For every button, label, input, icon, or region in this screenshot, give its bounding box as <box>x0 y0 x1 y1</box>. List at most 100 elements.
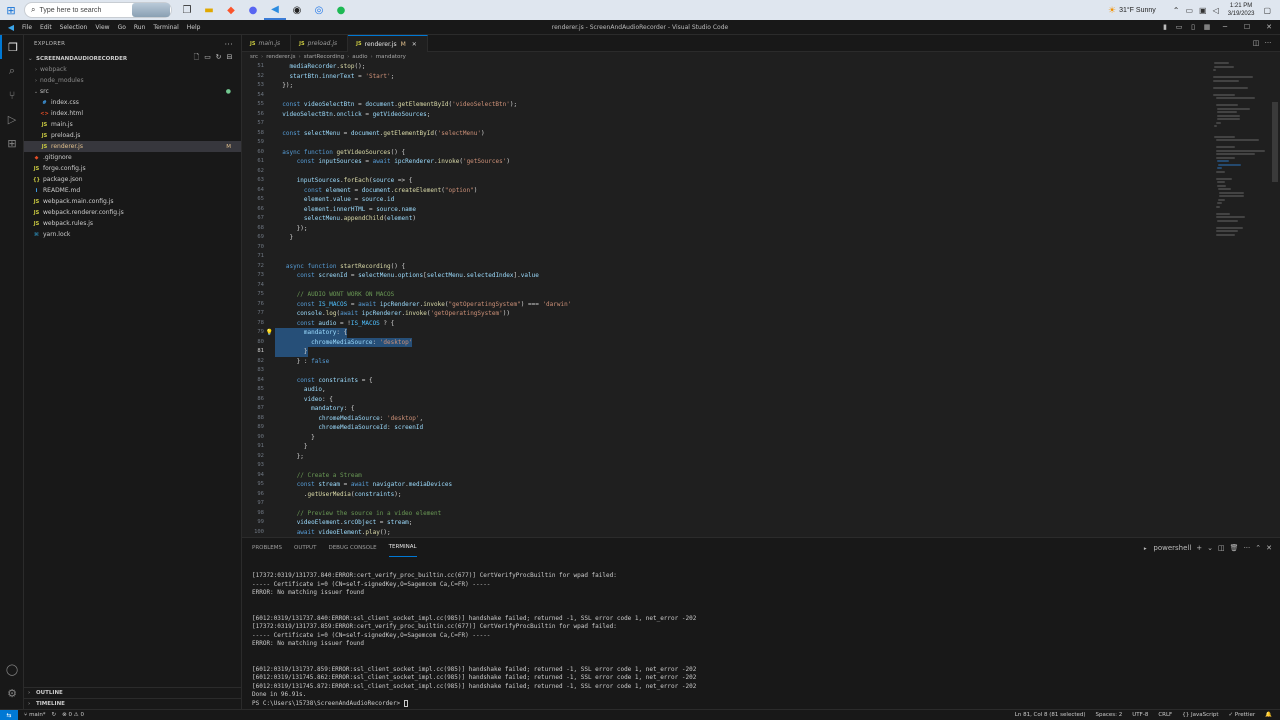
code-line[interactable]: 92 }; <box>242 452 1212 462</box>
code-line[interactable]: 89 chromeMediaSourceId: screenId <box>242 423 1212 433</box>
more-actions-icon[interactable]: ··· <box>224 40 233 49</box>
menu-run[interactable]: Run <box>134 24 146 31</box>
vscode-taskbar-icon[interactable]: ◀ <box>264 0 286 20</box>
code-line[interactable]: 99 videoElement.srcObject = stream; <box>242 518 1212 528</box>
maximize-icon[interactable]: ☐ <box>1236 23 1258 31</box>
panel-more-icon[interactable]: ··· <box>1244 544 1251 552</box>
terminal-shell-selector[interactable]: ▸ powershell <box>1144 544 1191 552</box>
problems-count[interactable]: ⊗ 0 ⚠ 0 <box>62 712 84 718</box>
code-line[interactable]: 97 <box>242 499 1212 509</box>
menu-go[interactable]: Go <box>118 24 126 31</box>
kill-terminal-icon[interactable]: 🗑 <box>1230 544 1239 552</box>
new-terminal-icon[interactable]: + <box>1196 544 1202 552</box>
panel-tab-terminal[interactable]: TERMINAL <box>388 538 417 557</box>
menu-file[interactable]: File <box>22 24 32 31</box>
timeline-section[interactable]: › TIMELINE <box>24 698 242 709</box>
code-line[interactable]: 93 <box>242 461 1212 471</box>
code-line[interactable]: 77 console.log(await ipcRenderer.invoke(… <box>242 309 1212 319</box>
code-line[interactable]: 54 <box>242 91 1212 101</box>
toggle-sidebar-icon[interactable]: ▮ <box>1158 23 1172 31</box>
tree-item-readme-md[interactable]: i README.md <box>24 185 241 196</box>
menu-terminal[interactable]: Terminal <box>153 24 178 31</box>
code-line[interactable]: 96 .getUserMedia(constraints); <box>242 490 1212 500</box>
code-line[interactable]: 55 const videoSelectBtn = document.getEl… <box>242 100 1212 110</box>
code-line[interactable]: 86 video: { <box>242 395 1212 405</box>
editor-more-icon[interactable]: ··· <box>1262 39 1274 47</box>
tab-renderer-js[interactable]: JS renderer.js M ✕ <box>348 35 428 52</box>
code-line[interactable]: 68 }); <box>242 224 1212 234</box>
code-line[interactable]: 72 async function startRecording() { <box>242 262 1212 272</box>
project-root-folder[interactable]: ⌄ SCREENANDAUDIORECORDER 🗋 ▭ ↻ ⊟ <box>24 53 241 64</box>
line-ending[interactable]: CRLF <box>1158 712 1172 718</box>
code-line[interactable]: 83 <box>242 366 1212 376</box>
brave-browser-icon[interactable]: ◆ <box>220 0 242 20</box>
notifications-bell-icon[interactable]: 🔔 <box>1265 712 1272 718</box>
code-line[interactable]: 61 const inputSources = await ipcRendere… <box>242 157 1212 167</box>
code-line[interactable]: 57 <box>242 119 1212 129</box>
code-line[interactable]: 66 element.innerHTML = source.name <box>242 205 1212 215</box>
tree-item-forge-config-js[interactable]: JS forge.config.js <box>24 163 241 174</box>
cursor-position[interactable]: Ln 81, Col 8 (81 selected) <box>1015 712 1086 718</box>
weather-widget[interactable]: ☀ 31°F Sunny <box>1108 5 1156 16</box>
tree-item-webpack-rules-js[interactable]: JS webpack.rules.js <box>24 218 241 229</box>
git-branch[interactable]: ⑂ main* <box>24 712 46 718</box>
code-line[interactable]: 51 mediaRecorder.stop(); <box>242 62 1212 72</box>
code-line[interactable]: 87 mandatory: { <box>242 404 1212 414</box>
tree-item-yarn-lock[interactable]: ⌘ yarn.lock <box>24 229 241 240</box>
tree-item-webpack[interactable]: › webpack <box>24 64 241 75</box>
chevron-up-icon[interactable]: ⌃ <box>1173 6 1180 15</box>
code-line[interactable]: 56 videoSelectBtn.onclick = getVideoSour… <box>242 110 1212 120</box>
code-line[interactable]: 95 const stream = await navigator.mediaD… <box>242 480 1212 490</box>
editor-scrollbar[interactable] <box>1272 62 1278 537</box>
outline-section[interactable]: › OUTLINE <box>24 687 242 698</box>
breadcrumb-item[interactable]: mandatory <box>376 54 406 60</box>
code-line[interactable]: 75 // AUDIO WONT WORK ON MACOS <box>242 290 1212 300</box>
taskbar-clock[interactable]: 1:21 PM 3/19/2023 <box>1228 2 1255 18</box>
panel-tab-output[interactable]: OUTPUT <box>294 538 316 557</box>
split-editor-icon[interactable]: ◫ <box>1250 39 1262 47</box>
tree-item-src[interactable]: ⌄ src ● <box>24 86 241 97</box>
code-line[interactable]: 76 const IS_MACOS = await ipcRenderer.in… <box>242 300 1212 310</box>
breadcrumb-item[interactable]: renderer.js <box>266 54 295 60</box>
code-line[interactable]: 82 } : false <box>242 357 1212 367</box>
code-line[interactable]: 59 <box>242 138 1212 148</box>
prettier-status[interactable]: ✓ Prettier <box>1229 712 1256 718</box>
scrollbar-thumb[interactable] <box>1272 102 1278 182</box>
code-line[interactable]: 85 audio, <box>242 385 1212 395</box>
breadcrumb-item[interactable]: audio <box>352 54 367 60</box>
code-line[interactable]: 69 } <box>242 233 1212 243</box>
lightbulb-icon[interactable]: 💡 <box>264 328 275 338</box>
sync-icon[interactable]: ↻ <box>52 712 57 718</box>
remote-indicator-icon[interactable]: ⇆ <box>0 709 18 720</box>
code-line[interactable]: 94 // Create a Stream <box>242 471 1212 481</box>
tree-item-webpack-main-config-js[interactable]: JS webpack.main.config.js <box>24 196 241 207</box>
tree-item-index-html[interactable]: <> index.html <box>24 108 241 119</box>
language-mode[interactable]: {} JavaScript <box>1182 712 1218 718</box>
tree-item-preload-js[interactable]: JS preload.js <box>24 130 241 141</box>
tree-item-renderer-js[interactable]: JS renderer.js M <box>24 141 241 152</box>
tree-item-index-css[interactable]: # index.css <box>24 97 241 108</box>
toggle-panel-icon[interactable]: ▭ <box>1172 23 1186 31</box>
code-line[interactable]: 63 inputSources.forEach(source => { <box>242 176 1212 186</box>
close-tab-icon[interactable]: ✕ <box>412 41 417 48</box>
code-line[interactable]: 65 element.value = source.id <box>242 195 1212 205</box>
menu-view[interactable]: View <box>95 24 109 31</box>
panel-tab-debug-console[interactable]: DEBUG CONSOLE <box>328 538 376 557</box>
search-view-icon[interactable]: ⌕ <box>0 59 24 83</box>
code-line[interactable]: 60 async function getVideoSources() { <box>242 148 1212 158</box>
network-icon[interactable]: ▭ <box>1185 6 1193 15</box>
source-control-icon[interactable]: ⑂ <box>0 83 24 107</box>
code-line[interactable]: 91 } <box>242 442 1212 452</box>
encoding[interactable]: UTF-8 <box>1132 712 1148 718</box>
run-debug-icon[interactable]: ▷ <box>0 107 24 131</box>
menu-help[interactable]: Help <box>187 24 201 31</box>
code-line[interactable]: 81 } <box>242 347 1212 357</box>
extensions-icon[interactable]: ⊞ <box>0 131 24 155</box>
chrome-icon[interactable]: ◎ <box>308 0 330 20</box>
close-panel-icon[interactable]: ✕ <box>1266 544 1272 552</box>
new-file-icon[interactable]: 🗋 <box>191 53 202 64</box>
code-editor[interactable]: 51 mediaRecorder.stop(); 52 startBtn.inne… <box>242 62 1212 537</box>
tab-preload-js[interactable]: JS preload.js <box>291 35 349 52</box>
windows-start-icon[interactable]: ⊞ <box>0 0 22 20</box>
code-line[interactable]: 88 chromeMediaSource: 'desktop', <box>242 414 1212 424</box>
